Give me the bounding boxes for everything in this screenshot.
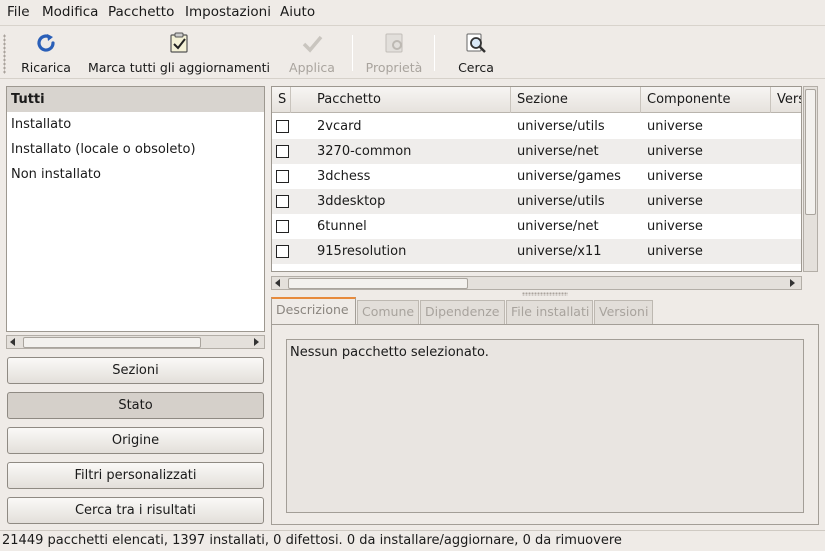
table-header: S Pacchetto Sezione Componente Vers — [272, 87, 801, 113]
scroll-thumb[interactable] — [288, 278, 468, 289]
table-row[interactable]: 915resolution universe/x11 universe — [272, 239, 801, 264]
package-section: universe/net — [517, 219, 599, 234]
package-table-vscrollbar[interactable] — [803, 86, 818, 272]
search-button[interactable]: Cerca — [448, 29, 504, 75]
search-icon — [466, 33, 486, 53]
toolbar: Ricarica Marca tutti gli aggiornamenti A… — [0, 27, 825, 79]
package-section: universe/x11 — [517, 244, 602, 259]
apply-button[interactable]: Applica — [284, 29, 340, 75]
package-section: universe/utils — [517, 119, 605, 134]
package-name: 2vcard — [317, 119, 362, 134]
tab-versions[interactable]: Versioni — [594, 300, 653, 324]
package-name: 3270-common — [317, 144, 412, 159]
column-status[interactable]: S — [272, 87, 291, 113]
package-component: universe — [647, 119, 703, 134]
menubar: File Modifica Pacchetto Impostazioni Aiu… — [0, 0, 825, 26]
menu-pacchetto[interactable]: Pacchetto — [108, 4, 174, 20]
package-checkbox[interactable] — [276, 195, 289, 208]
description-text: Nessun pacchetto selezionato. — [286, 339, 804, 513]
column-component[interactable]: Componente — [641, 87, 771, 113]
tab-description[interactable]: Descrizione — [271, 297, 356, 325]
package-component: universe — [647, 144, 703, 159]
toolbar-separator — [352, 35, 353, 71]
package-component: universe — [647, 194, 703, 209]
package-name: 3ddesktop — [317, 194, 386, 209]
column-section[interactable]: Sezione — [511, 87, 641, 113]
filter-item-installed[interactable]: Installato — [7, 112, 264, 137]
scroll-right-icon[interactable] — [254, 338, 259, 346]
custom-filters-button[interactable]: Filtri personalizzati — [7, 462, 264, 489]
package-checkbox[interactable] — [276, 245, 289, 258]
package-table: S Pacchetto Sezione Componente Vers 2vca… — [271, 86, 802, 272]
pane-resize-handle[interactable] — [522, 292, 568, 296]
menu-aiuto[interactable]: Aiuto — [280, 4, 315, 20]
package-section: universe/games — [517, 169, 621, 184]
menu-file[interactable]: File — [7, 4, 30, 20]
tab-common[interactable]: Comune — [357, 300, 419, 324]
properties-icon — [385, 33, 403, 53]
filter-item-not-installed[interactable]: Non installato — [7, 162, 264, 187]
table-row[interactable]: 3270-common universe/net universe — [272, 139, 801, 164]
search-label: Cerca — [458, 60, 494, 75]
toolbar-separator — [434, 35, 435, 71]
filter-list-hscrollbar[interactable] — [6, 335, 265, 349]
menu-modifica[interactable]: Modifica — [42, 4, 98, 20]
package-checkbox[interactable] — [276, 170, 289, 183]
package-section: universe/net — [517, 144, 599, 159]
origin-button[interactable]: Origine — [7, 427, 264, 454]
scroll-thumb[interactable] — [805, 89, 816, 215]
filter-list: Tutti Installato Installato (locale o ob… — [6, 86, 265, 332]
filter-item-installed-local-obsolete[interactable]: Installato (locale o obsoleto) — [7, 137, 264, 162]
check-icon — [302, 35, 323, 53]
toolbar-grip[interactable] — [3, 34, 6, 74]
table-row[interactable]: 3dchess universe/games universe — [272, 164, 801, 189]
package-component: universe — [647, 244, 703, 259]
properties-button[interactable]: Proprietà — [362, 29, 426, 75]
package-checkbox[interactable] — [276, 220, 289, 233]
sections-button[interactable]: Sezioni — [7, 357, 264, 384]
scroll-left-icon[interactable] — [275, 279, 280, 287]
scroll-thumb[interactable] — [23, 337, 201, 348]
reload-label: Ricarica — [21, 60, 71, 75]
package-checkbox[interactable] — [276, 120, 289, 133]
scroll-left-icon[interactable] — [10, 338, 15, 346]
package-checkbox[interactable] — [276, 145, 289, 158]
package-name: 6tunnel — [317, 219, 367, 234]
table-row[interactable]: 3ddesktop universe/utils universe — [272, 189, 801, 214]
mark-upgrades-icon — [170, 32, 188, 53]
tab-installed-files[interactable]: File installati — [506, 300, 593, 324]
mark-all-upgrades-button[interactable]: Marca tutti gli aggiornamenti — [84, 29, 274, 75]
tab-dependencies[interactable]: Dipendenze — [420, 300, 505, 324]
package-name: 915resolution — [317, 244, 407, 259]
package-section: universe/utils — [517, 194, 605, 209]
scroll-right-icon[interactable] — [790, 279, 795, 287]
table-row[interactable]: 6tunnel universe/net universe — [272, 214, 801, 239]
reload-button[interactable]: Ricarica — [16, 29, 76, 75]
status-bar: 21449 pacchetti elencati, 1397 installat… — [0, 530, 825, 550]
description-panel: Nessun pacchetto selezionato. — [271, 324, 819, 525]
search-results-button[interactable]: Cerca tra i risultati — [7, 497, 264, 524]
column-package[interactable]: Pacchetto — [311, 87, 511, 113]
menu-impostazioni[interactable]: Impostazioni — [185, 4, 271, 20]
filter-item-all[interactable]: Tutti — [7, 87, 264, 112]
reload-icon — [37, 34, 55, 52]
properties-label: Proprietà — [365, 60, 423, 75]
package-table-hscrollbar[interactable] — [271, 276, 802, 290]
mark-all-upgrades-label: Marca tutti gli aggiornamenti — [87, 60, 271, 75]
package-component: universe — [647, 169, 703, 184]
package-name: 3dchess — [317, 169, 371, 184]
apply-label: Applica — [289, 60, 335, 75]
package-component: universe — [647, 219, 703, 234]
status-button[interactable]: Stato — [7, 392, 264, 419]
table-row[interactable]: 2vcard universe/utils universe — [272, 114, 801, 139]
column-version[interactable]: Vers — [771, 87, 801, 113]
